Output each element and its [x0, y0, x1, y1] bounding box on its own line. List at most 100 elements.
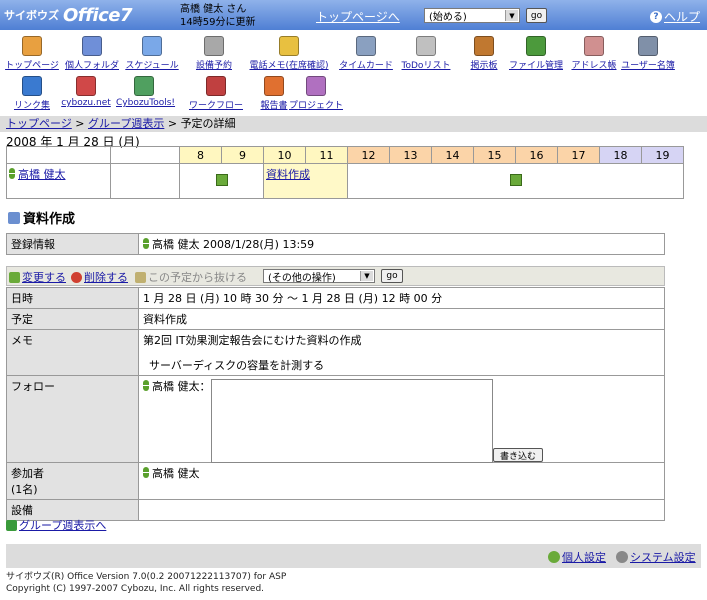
chevron-down-icon: ▼: [505, 10, 518, 21]
quick-start-select[interactable]: (始める) ▼: [424, 8, 520, 23]
edit-link[interactable]: 変更する: [22, 269, 66, 285]
app-file-management[interactable]: ファイル管理: [508, 36, 564, 71]
other-actions-value: (その他の操作): [268, 272, 336, 284]
timeline-person-link[interactable]: 高橋 健太: [18, 168, 66, 181]
app-facility[interactable]: 設備予約: [186, 36, 242, 71]
file-management-icon: [526, 36, 546, 56]
breadcrumb-top[interactable]: トップページ: [6, 117, 72, 130]
breadcrumb-separator: >: [75, 117, 88, 130]
app-folder[interactable]: 個人フォルダ: [64, 36, 120, 71]
app-label: タイムカード: [339, 61, 393, 71]
app-workflow[interactable]: ワークフロー: [188, 76, 244, 111]
participants-value: 高橋 健太: [152, 467, 200, 480]
back-to-group-week[interactable]: グループ週表示へ: [6, 517, 106, 533]
cybozu-net-icon: [76, 76, 96, 96]
app-todo[interactable]: ToDoリスト: [398, 36, 454, 71]
links-icon: [22, 76, 42, 96]
hour-cell: 10: [263, 146, 306, 164]
timeline-free-slot[interactable]: [179, 163, 264, 199]
registration-table: 登録情報 高橋 健太 2008/1/28(月) 13:59: [6, 233, 665, 255]
registration-value-cell: 高橋 健太 2008/1/28(月) 13:59: [138, 233, 665, 255]
app-user-directory[interactable]: ユーザー名簿: [620, 36, 676, 71]
memo-cell: 第2回 IT効果測定報告会にむけた資料の作成 サーバーディスクの容量を計測する: [138, 329, 665, 376]
back-link[interactable]: グループ週表示へ: [19, 517, 106, 533]
help-label: ヘルプ: [664, 10, 701, 24]
delete-action[interactable]: 削除する: [71, 269, 128, 285]
app-label: スケジュール: [125, 61, 179, 71]
action-bar: 変更する 削除する この予定から抜ける (その他の操作) ▼ go: [6, 266, 665, 286]
header-go-button[interactable]: go: [526, 8, 547, 23]
leave-label: この予定から抜ける: [148, 271, 247, 284]
memo-line: 第2回 IT効果測定報告会にむけた資料の作成: [143, 334, 362, 347]
schedule-icon: [142, 36, 162, 56]
breadcrumb-separator: >: [167, 117, 181, 130]
app-address-book[interactable]: アドレス帳: [566, 36, 622, 71]
home-icon: [22, 36, 42, 56]
plan-label: 予定: [6, 308, 139, 330]
app-cybozu-net[interactable]: cybozu.net: [58, 76, 114, 108]
registration-value: 高橋 健太 2008/1/28(月) 13:59: [152, 238, 315, 251]
personal-settings[interactable]: 個人設定: [548, 549, 606, 565]
gear-icon: [548, 551, 560, 563]
participants-count: (1名): [11, 483, 38, 496]
app-label: ファイル管理: [508, 61, 563, 71]
breadcrumb: トップページ > グループ週表示 > 予定の詳細: [0, 116, 707, 132]
report-icon: [264, 76, 284, 96]
address-book-icon: [584, 36, 604, 56]
app-label: 電話メモ(在席確認): [249, 61, 329, 71]
hour-cell: 18: [599, 146, 642, 164]
app-bulletin[interactable]: 掲示板: [456, 36, 512, 71]
folder-icon: [82, 36, 102, 56]
cybozu-logo[interactable]: サイボウズ Office7: [4, 4, 139, 26]
app-phone-memo[interactable]: 電話メモ(在席確認): [244, 36, 334, 71]
app-project[interactable]: プロジェクト: [288, 76, 344, 111]
app-label: 掲示板: [470, 61, 498, 71]
follow-textarea[interactable]: [211, 379, 493, 463]
leave-icon: [135, 271, 146, 283]
timeline-free-slot[interactable]: [347, 163, 684, 199]
schedule-icon: [8, 211, 20, 224]
user-info: 高橋 健太 さん 14時59分に更新: [180, 3, 255, 29]
app-links[interactable]: リンク集: [4, 76, 60, 111]
help-link[interactable]: ? ヘルプ: [650, 8, 700, 25]
project-icon: [306, 76, 326, 96]
user-icon: [143, 467, 149, 478]
write-button[interactable]: 書き込む: [493, 448, 543, 462]
registration-label: 登録情報: [6, 233, 139, 255]
app-label: リンク集: [13, 101, 50, 111]
bulletin-icon: [474, 36, 494, 56]
todo-icon: [416, 36, 436, 56]
user-directory-icon: [638, 36, 658, 56]
app-timecard[interactable]: タイムカード: [338, 36, 394, 71]
participants-cell: 高橋 健太: [138, 462, 665, 500]
app-home[interactable]: トップページ: [4, 36, 60, 71]
details-table: 日時 1 月 28 日 (月) 10 時 30 分 ～ 1 月 28 日 (月)…: [6, 287, 665, 521]
top-page-link[interactable]: トップページへ: [316, 8, 400, 25]
delete-link[interactable]: 削除する: [84, 269, 128, 285]
copyright-line: Copyright (C) 1997-2007 Cybozu, Inc. All…: [6, 584, 265, 594]
footer-bar: 個人設定 システム設定: [6, 544, 701, 568]
personal-settings-link[interactable]: 個人設定: [562, 549, 606, 565]
app-schedule[interactable]: スケジュール: [124, 36, 180, 71]
other-actions-go-button[interactable]: go: [381, 269, 403, 283]
system-settings-link[interactable]: システム設定: [630, 549, 696, 565]
header-bar: サイボウズ Office7 高橋 健太 さん 14時59分に更新 トップページへ…: [0, 0, 707, 30]
app-label: ワークフロー: [188, 101, 243, 111]
user-name: 高橋 健太 さん: [180, 4, 247, 15]
hour-cell: 14: [431, 146, 474, 164]
help-icon: ?: [650, 10, 662, 23]
breadcrumb-group[interactable]: グループ週表示: [88, 117, 164, 130]
participants-label: 参加者: [11, 467, 44, 480]
hour-cell: 9: [221, 146, 264, 164]
system-settings[interactable]: システム設定: [616, 549, 696, 565]
hour-cell: 13: [389, 146, 432, 164]
timeline-event-slot[interactable]: 資料作成: [263, 163, 348, 199]
edit-action[interactable]: 変更する: [9, 269, 66, 285]
datetime-value: 1 月 28 日 (月) 10 時 30 分 ～ 1 月 28 日 (月) 12…: [138, 287, 665, 309]
add-event-icon[interactable]: [215, 173, 228, 186]
other-actions-select[interactable]: (その他の操作) ▼: [263, 269, 375, 284]
app-cybozu-tools[interactable]: CybozuTools!: [116, 76, 175, 108]
add-event-icon[interactable]: [509, 173, 522, 186]
timeline-event-link[interactable]: 資料作成: [266, 168, 310, 181]
datetime-label: 日時: [6, 287, 139, 309]
